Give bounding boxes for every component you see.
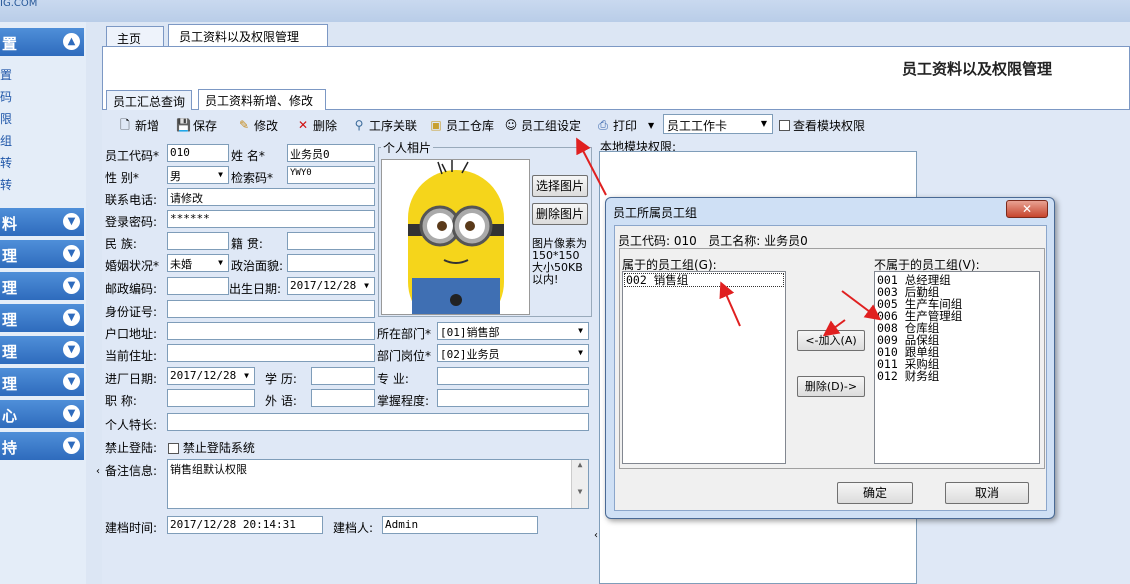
annotation-arrow <box>841 290 882 321</box>
annotation-overlay <box>576 137 882 337</box>
annotation-arrow <box>719 281 741 327</box>
annotation-arrow <box>822 319 846 337</box>
annotation-arrow <box>576 137 607 196</box>
